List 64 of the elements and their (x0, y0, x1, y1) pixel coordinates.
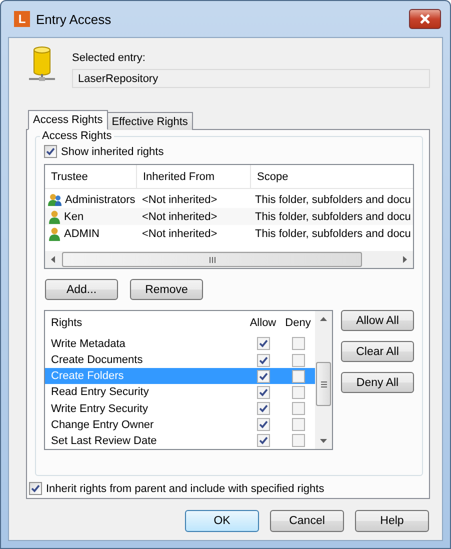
table-cell-text: <Not inherited> (141, 228, 218, 240)
allow-checkbox[interactable] (256, 402, 270, 416)
deny-checkbox[interactable] (292, 418, 304, 432)
column-header[interactable]: Trustee (45, 165, 137, 188)
action-button[interactable]: Deny All (341, 372, 414, 393)
tab[interactable]: Effective Rights (106, 112, 193, 130)
allow-checkbox[interactable] (256, 418, 270, 432)
tab[interactable]: Access Rights (28, 110, 108, 130)
dialog-button[interactable]: Cancel (270, 510, 344, 532)
column-header[interactable]: Allow (245, 311, 281, 336)
deny-checkbox[interactable] (292, 370, 304, 383)
table-cell-text: This folder, subfolders and docu (254, 228, 412, 240)
selected-entry-label: Selected entry: (72, 52, 146, 64)
deny-checkbox[interactable] (292, 354, 304, 366)
deny-checkbox[interactable] (292, 434, 304, 448)
checkbox-label: Inherit rights from parent and include with specified rights (46, 482, 324, 494)
table-cell-text: This folder, subfolders and docu (254, 210, 412, 222)
user-group-icon (48, 192, 62, 206)
column-header[interactable]: Deny (281, 311, 315, 336)
trustee-name[interactable]: Ken (64, 210, 84, 222)
table-cell-text: This folder, subfolders and docu (254, 194, 412, 206)
horizontal-scrollbar[interactable] (45, 251, 413, 268)
window-title: Entry Access (36, 12, 112, 26)
deny-checkbox[interactable] (292, 337, 304, 350)
user-icon (48, 210, 61, 224)
dialog-button[interactable]: Help (355, 510, 429, 532)
column-header[interactable]: Scope (251, 165, 413, 188)
user-icon (48, 226, 61, 240)
deny-checkbox[interactable] (292, 386, 304, 399)
grip-icon (208, 256, 216, 262)
vertical-scrollbar[interactable] (315, 311, 332, 449)
action-button[interactable]: Clear All (341, 341, 414, 362)
action-button[interactable]: Add... (45, 279, 118, 300)
rights-row[interactable]: Create Documents (45, 352, 315, 368)
allow-checkbox[interactable] (256, 386, 270, 399)
checkbox-label: Show inherited rights (61, 146, 164, 158)
deny-checkbox[interactable] (292, 402, 304, 416)
selected-entry-field[interactable]: LaserRepository (72, 69, 430, 88)
allow-checkbox[interactable] (256, 434, 270, 448)
allow-checkbox[interactable] (256, 354, 270, 366)
rights-row[interactable]: Read Entry Security (45, 384, 315, 400)
action-button[interactable]: Allow All (341, 310, 414, 331)
close-icon (419, 14, 431, 24)
database-icon (28, 46, 56, 82)
grip-icon (320, 380, 326, 388)
rights-row[interactable]: Write Metadata (45, 336, 315, 352)
action-button[interactable]: Remove (130, 279, 203, 300)
rights-row[interactable]: Set Last Review Date (45, 432, 315, 449)
trustee-name[interactable]: ADMIN (64, 228, 100, 240)
group-title: Access Rights (40, 130, 114, 142)
trustee-name[interactable]: Administrators (65, 194, 136, 206)
checkbox[interactable] (29, 482, 42, 495)
close-button[interactable] (409, 9, 441, 29)
table-cell-text: <Not inherited> (141, 194, 218, 206)
table-cell-text: <Not inherited> (141, 210, 218, 222)
checkbox[interactable] (44, 145, 57, 158)
column-header[interactable]: Inherited From (137, 165, 251, 188)
dialog-button[interactable]: OK (185, 510, 259, 532)
app-logo: L (14, 11, 30, 27)
column-header[interactable]: Rights (45, 311, 245, 336)
rights-row[interactable]: Write Entry Security (45, 400, 315, 417)
rights-row[interactable]: Change Entry Owner (45, 416, 315, 433)
allow-checkbox[interactable] (256, 337, 270, 350)
allow-checkbox[interactable] (256, 370, 270, 383)
